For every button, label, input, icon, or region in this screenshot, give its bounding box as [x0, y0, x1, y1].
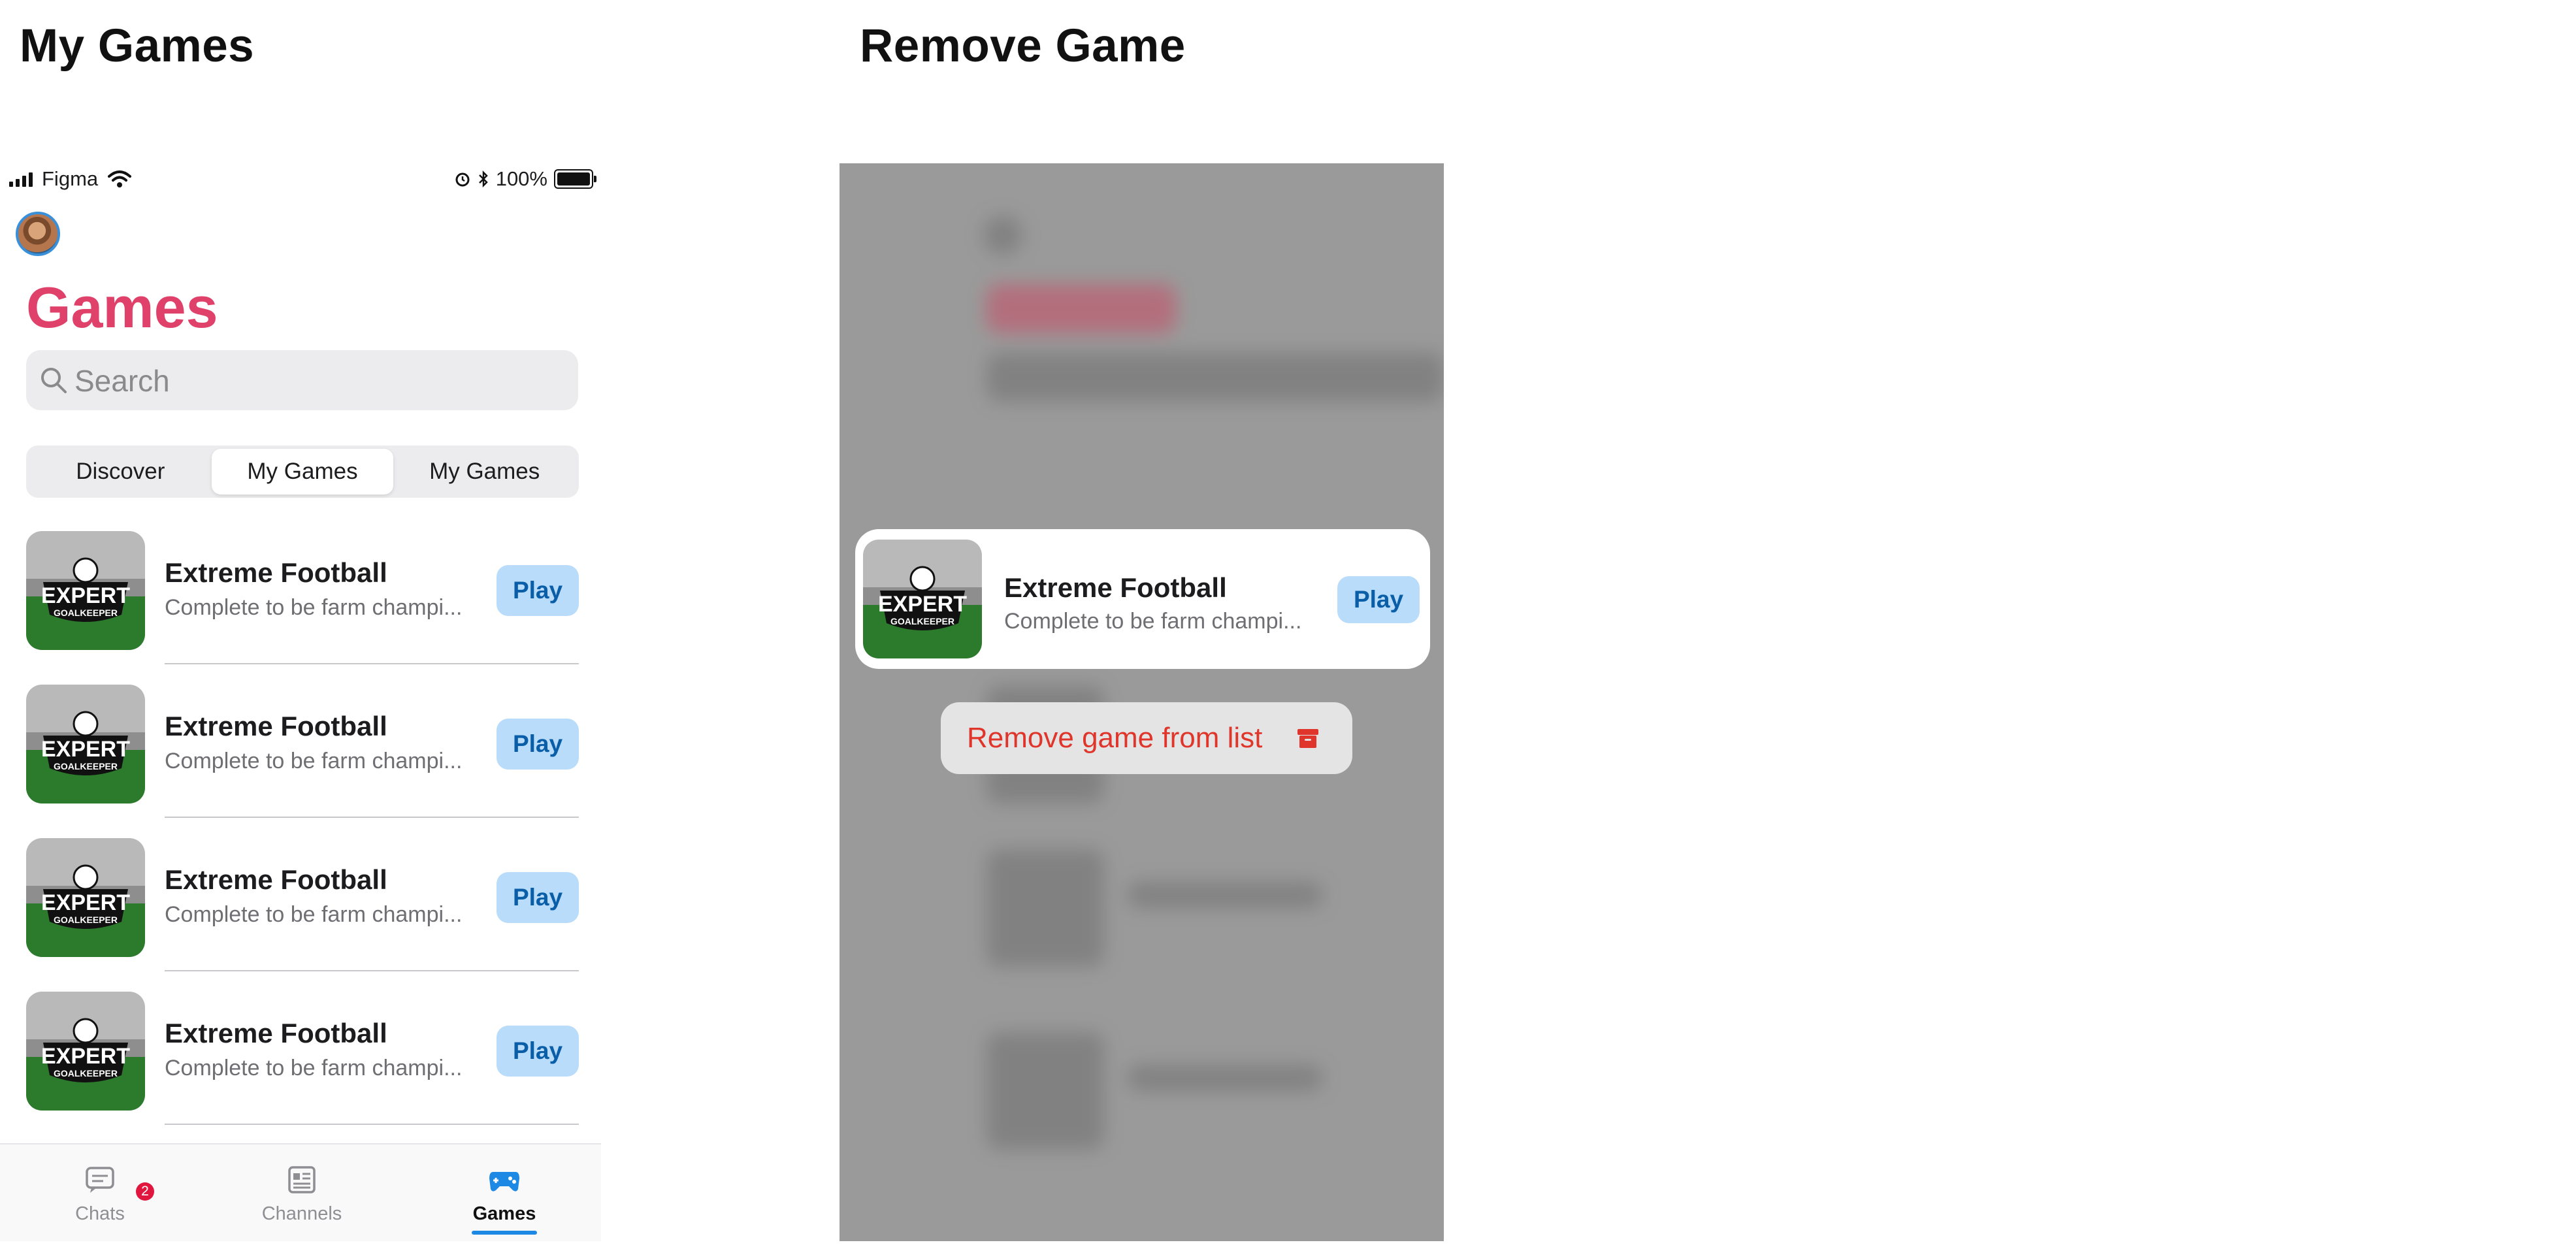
gamepad-icon	[489, 1172, 519, 1192]
segment-my-games[interactable]: My Games	[211, 449, 394, 495]
tab-games[interactable]: Games	[439, 1164, 570, 1225]
tab-channels-label: Channels	[261, 1203, 342, 1224]
svg-text:EXPERT: EXPERT	[41, 737, 130, 762]
search-input[interactable]	[73, 350, 559, 412]
game-description: Complete to be farm champi...	[165, 749, 463, 773]
row-divider	[165, 817, 579, 818]
goalkeeper-logo-icon: EXPERT GOALKEEPER	[41, 1018, 130, 1082]
game-thumbnail: EXPERT GOALKEEPER	[26, 838, 145, 957]
avatar[interactable]	[16, 212, 60, 256]
unread-badge: 2	[136, 1182, 154, 1201]
game-thumbnail: EXPERT GOALKEEPER	[26, 992, 145, 1111]
tab-chats-label: Chats	[75, 1203, 125, 1224]
svg-text:EXPERT: EXPERT	[41, 583, 130, 608]
search-icon	[41, 368, 67, 393]
search-bar[interactable]	[26, 350, 578, 412]
svg-text:EXPERT: EXPERT	[41, 890, 130, 915]
alarm-icon	[455, 172, 470, 187]
play-button[interactable]: Play	[497, 1026, 579, 1077]
game-description: Complete to be farm champi...	[165, 1056, 463, 1080]
goalkeeper-logo-icon: EXPERT GOALKEEPER	[41, 711, 130, 775]
carrier-label: Figma	[42, 167, 99, 190]
list-item[interactable]: EXPERT GOALKEEPER Extreme Football Compl…	[0, 531, 601, 685]
bluetooth-icon	[478, 170, 488, 188]
play-button[interactable]: Play	[497, 565, 579, 616]
phone-my-games: Figma 100% Games Discov	[0, 163, 601, 1241]
context-menu: Remove game from list	[941, 702, 1352, 774]
segment-my-games-2[interactable]: My Games	[393, 449, 576, 495]
game-name: Extreme Football	[165, 557, 387, 588]
artboard-title-my-games: My Games	[20, 20, 255, 72]
game-list: EXPERT GOALKEEPER Extreme Football Compl…	[0, 531, 601, 1145]
row-divider	[165, 970, 579, 971]
game-thumbnail: EXPERT GOALKEEPER	[26, 531, 145, 650]
tab-channels[interactable]: Channels	[236, 1164, 367, 1225]
tab-games-label: Games	[472, 1203, 536, 1224]
tab-bar: Chats 2 Channels Games	[0, 1143, 601, 1241]
segmented-control: Discover My Games My Games	[26, 446, 579, 498]
remove-game-menu-item[interactable]: Remove game from list	[967, 722, 1262, 754]
goalkeeper-logo-icon: EXPERT GOALKEEPER	[878, 566, 967, 630]
play-button[interactable]: Play	[497, 872, 579, 923]
game-thumbnail: EXPERT GOALKEEPER	[26, 685, 145, 803]
goalkeeper-logo-icon: EXPERT GOALKEEPER	[41, 557, 130, 622]
svg-text:GOALKEEPER: GOALKEEPER	[54, 915, 118, 925]
row-divider	[165, 663, 579, 664]
svg-text:GOALKEEPER: GOALKEEPER	[54, 1068, 118, 1079]
status-left: Figma	[9, 167, 132, 191]
svg-text:GOALKEEPER: GOALKEEPER	[54, 761, 118, 771]
status-bar: Figma 100%	[0, 163, 601, 196]
archive-trash-icon[interactable]	[1296, 726, 1320, 751]
game-name: Extreme Football	[165, 864, 387, 895]
svg-text:EXPERT: EXPERT	[878, 592, 967, 617]
artboard-title-remove-game: Remove Game	[860, 20, 1186, 72]
game-thumbnail: EXPERT GOALKEEPER	[863, 540, 982, 658]
svg-text:EXPERT: EXPERT	[41, 1044, 130, 1069]
signal-icon	[9, 171, 33, 187]
status-right: 100%	[454, 167, 596, 191]
tab-chats[interactable]: Chats 2	[35, 1164, 165, 1225]
page-title: Games	[26, 275, 218, 340]
battery-percent: 100%	[495, 167, 547, 190]
play-button[interactable]: Play	[497, 719, 579, 770]
game-name: Extreme Football	[165, 1018, 387, 1048]
list-item[interactable]: EXPERT GOALKEEPER Extreme Football Compl…	[0, 685, 601, 838]
play-button[interactable]: Play	[1337, 576, 1420, 623]
game-description: Complete to be farm champi...	[1004, 609, 1302, 634]
focused-game-card[interactable]: EXPERT GOALKEEPER Extreme Football Compl…	[855, 529, 1430, 669]
game-description: Complete to be farm champi...	[165, 902, 463, 927]
active-tab-indicator	[472, 1231, 537, 1235]
game-description: Complete to be farm champi...	[165, 595, 463, 620]
goalkeeper-logo-icon: EXPERT GOALKEEPER	[41, 864, 130, 929]
segment-discover[interactable]: Discover	[29, 449, 212, 495]
list-item[interactable]: EXPERT GOALKEEPER Extreme Football Compl…	[0, 992, 601, 1145]
svg-text:GOALKEEPER: GOALKEEPER	[890, 616, 954, 626]
row-divider	[165, 1124, 579, 1125]
list-item[interactable]: EXPERT GOALKEEPER Extreme Football Compl…	[0, 838, 601, 992]
channels-icon	[288, 1166, 316, 1193]
svg-text:GOALKEEPER: GOALKEEPER	[54, 608, 118, 618]
battery-icon	[554, 169, 596, 189]
phone-remove-game: EXPERT GOALKEEPER Extreme Football Compl…	[840, 163, 1444, 1241]
game-name: Extreme Football	[1004, 572, 1227, 603]
game-name: Extreme Football	[165, 711, 387, 741]
chat-icon	[86, 1167, 114, 1193]
wifi-icon	[108, 170, 132, 187]
